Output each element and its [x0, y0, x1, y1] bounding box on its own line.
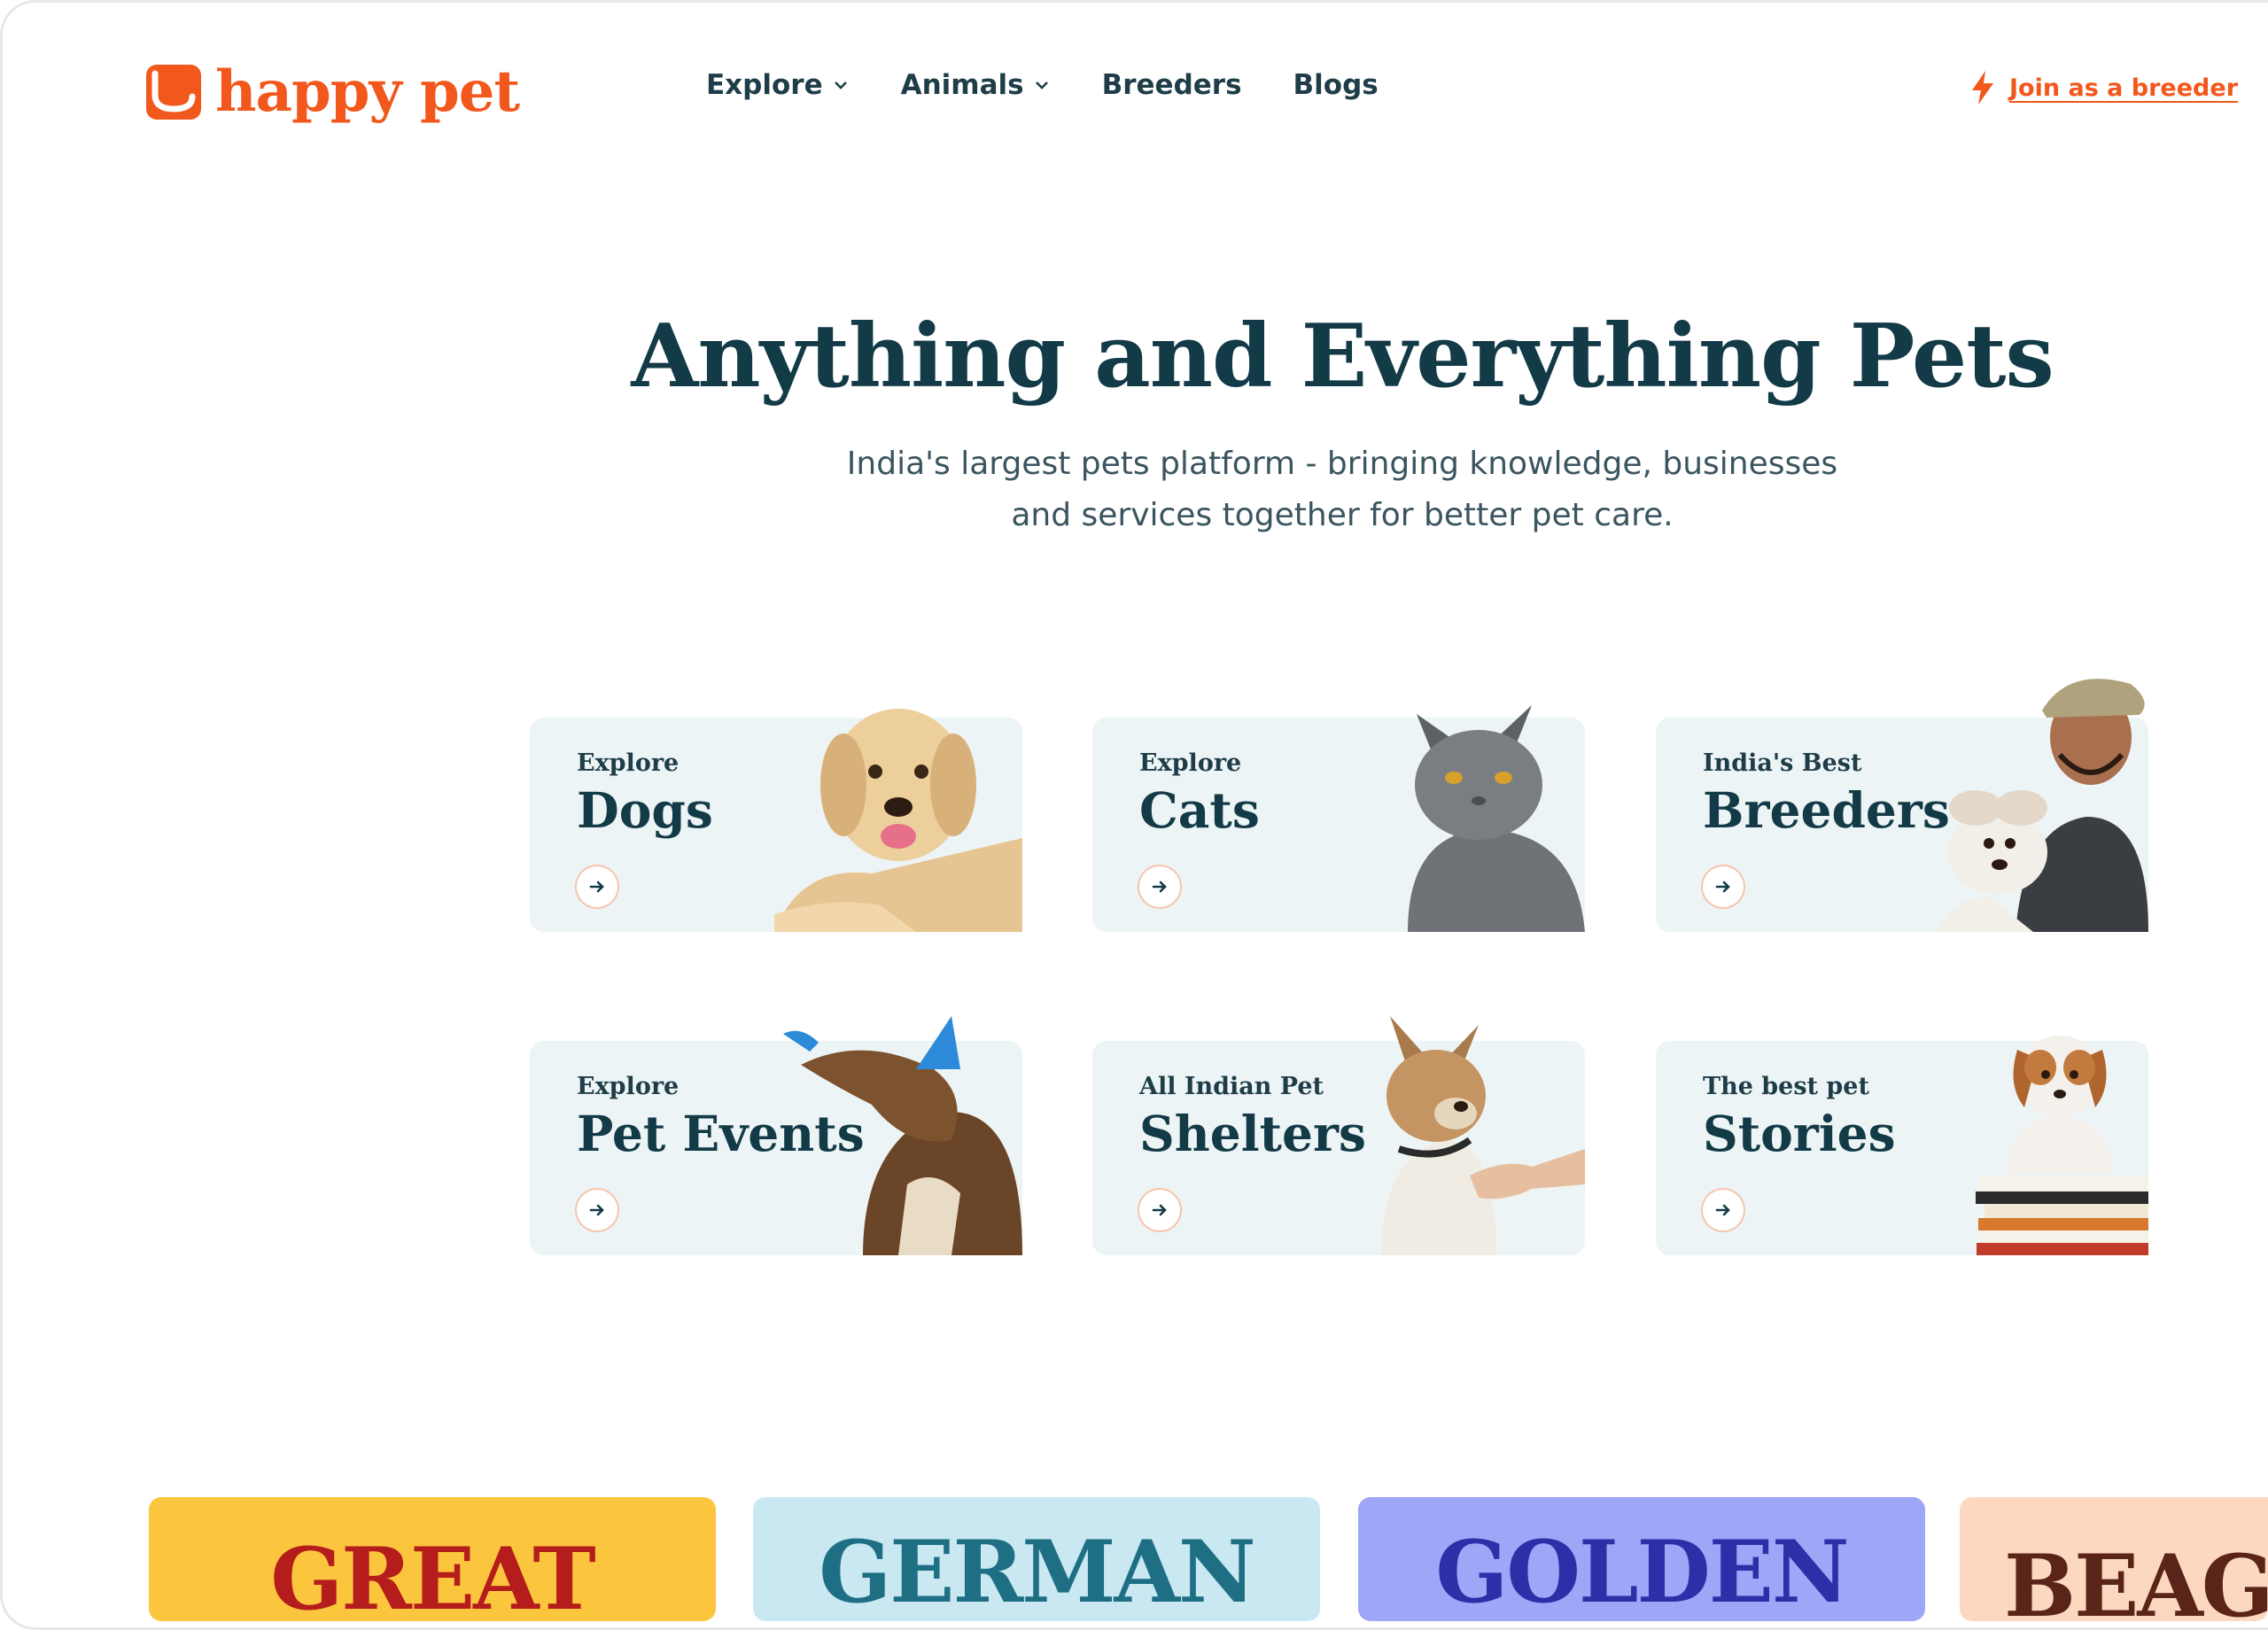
- arrow-right-button[interactable]: [1139, 866, 1180, 907]
- card-title: Cats: [1139, 781, 1260, 839]
- arrow-right-icon: [1715, 881, 1730, 893]
- hero-subtitle: India's largest pets platform - bringing…: [0, 439, 2268, 541]
- breed-tile-golden[interactable]: GOLDEN: [1358, 1497, 1925, 1621]
- join-as-breeder-label: Join as a breeder: [2009, 74, 2239, 102]
- nav-animals[interactable]: Animals: [901, 69, 1051, 101]
- nav-blogs[interactable]: Blogs: [1293, 69, 1379, 101]
- nav-explore[interactable]: Explore: [706, 69, 850, 101]
- grey-cat-photo: [1408, 705, 1585, 932]
- arrow-right-button[interactable]: [577, 866, 617, 907]
- dog-shaking-hand-photo: [1381, 1016, 1585, 1255]
- hero-title: Anything and Everything Pets: [631, 306, 2054, 408]
- nav-animals-label: Animals: [900, 69, 1024, 101]
- arrow-right-icon: [1715, 1204, 1730, 1216]
- breed-tile-beagle[interactable]: BEAG: [1960, 1497, 2268, 1621]
- card-breeders[interactable]: India's Best Breeders: [1656, 679, 2148, 932]
- card-title: Stories: [1703, 1105, 1896, 1162]
- card-pet-events[interactable]: Explore Pet Events: [530, 1016, 1022, 1255]
- arrow-right-icon: [1152, 1204, 1167, 1216]
- dog-party-hat-photo: [783, 1016, 1022, 1255]
- card-cats[interactable]: Explore Cats: [1092, 705, 1585, 932]
- join-as-breeder-link[interactable]: Join as a breeder: [1969, 71, 2238, 105]
- nav-explore-label: Explore: [706, 69, 823, 101]
- card-title: Shelters: [1139, 1105, 1366, 1162]
- nav-breeders[interactable]: Breeders: [1102, 69, 1242, 101]
- nav-blogs-label: Blogs: [1293, 69, 1379, 101]
- golden-retriever-photo: [774, 709, 1022, 932]
- hero-subtitle-line2: and services together for better pet car…: [1011, 497, 1674, 533]
- card-stories[interactable]: The best pet Stories: [1656, 1036, 2148, 1255]
- arrow-right-icon: [1152, 881, 1167, 893]
- breed-tile-label: GOLDEN: [1435, 1522, 1849, 1621]
- brand-name: happy pet: [215, 58, 520, 125]
- main-nav: Explore Animals Breeders Blogs: [706, 69, 1379, 101]
- chevron-down-icon: [834, 82, 847, 89]
- card-shelters[interactable]: All Indian Pet Shelters: [1092, 1016, 1585, 1255]
- arrow-right-icon: [589, 881, 604, 893]
- card-eyebrow: The best pet: [1703, 1073, 1869, 1100]
- breed-tile-great[interactable]: GREAT: [149, 1497, 716, 1621]
- arrow-right-button[interactable]: [577, 1190, 617, 1230]
- chevron-down-icon: [1035, 82, 1048, 89]
- site-logo[interactable]: happy pet: [146, 58, 520, 125]
- hero-subtitle-line1: India's largest pets platform - bringing…: [846, 446, 1838, 482]
- happy-pet-logo-icon: [146, 65, 201, 120]
- nav-breeders-label: Breeders: [1101, 69, 1242, 101]
- puppy-on-books-photo: [1976, 1036, 2148, 1255]
- lightning-bolt-icon: [1972, 71, 1993, 105]
- breed-tile-label: BEAG: [2004, 1536, 2268, 1621]
- card-dogs[interactable]: Explore Dogs: [530, 709, 1022, 932]
- card-eyebrow: India's Best: [1703, 749, 1862, 777]
- card-title: Breeders: [1703, 781, 1950, 839]
- breed-tile-label: GERMAN: [819, 1522, 1255, 1621]
- breed-tile-german[interactable]: GERMAN: [753, 1497, 1320, 1621]
- card-eyebrow: Explore: [577, 749, 680, 777]
- card-eyebrow: All Indian Pet: [1139, 1073, 1324, 1100]
- card-title: Dogs: [577, 781, 713, 839]
- breed-tile-label: GREAT: [270, 1529, 596, 1621]
- arrow-right-button[interactable]: [1139, 1190, 1180, 1230]
- card-eyebrow: Explore: [577, 1073, 680, 1100]
- arrow-right-button[interactable]: [1703, 866, 1744, 907]
- breeder-with-puppy-photo: [1936, 679, 2148, 932]
- card-eyebrow: Explore: [1139, 749, 1242, 777]
- arrow-right-icon: [589, 1204, 604, 1216]
- arrow-right-button[interactable]: [1703, 1190, 1744, 1230]
